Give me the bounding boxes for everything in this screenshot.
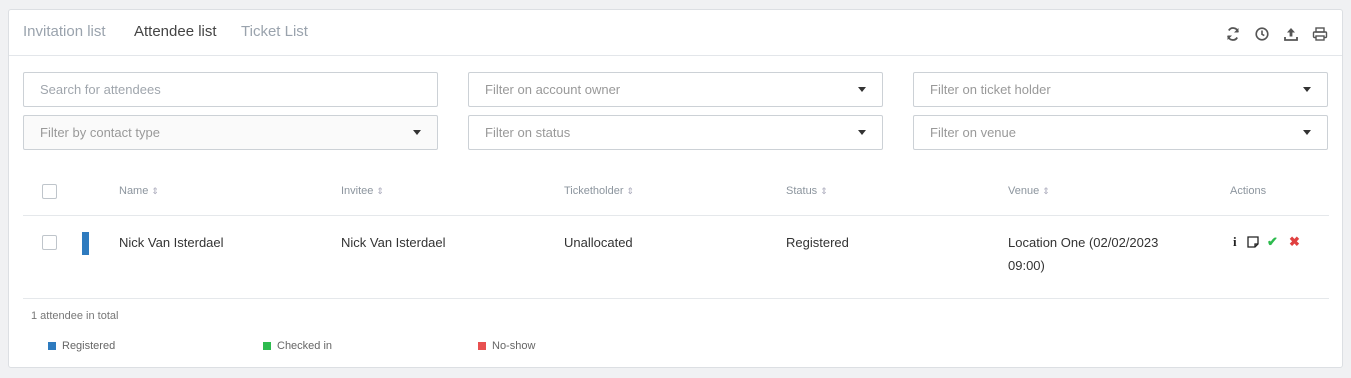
column-header-name[interactable]: Name ⇕	[119, 185, 159, 197]
venue-select[interactable]: Filter on venue	[913, 115, 1328, 150]
legend-checked-in: Checked in	[263, 340, 332, 352]
column-header-ticketholder[interactable]: Ticketholder ⇕	[564, 185, 634, 197]
search-field[interactable]	[23, 72, 438, 107]
venue-placeholder: Filter on venue	[930, 125, 1016, 140]
account-owner-select[interactable]: Filter on account owner	[468, 72, 883, 107]
upload-icon[interactable]	[1283, 26, 1299, 42]
tab-bar: Invitation list Attendee list Ticket Lis…	[9, 10, 1342, 56]
print-icon[interactable]	[1312, 26, 1328, 42]
tab-invitation-list[interactable]: Invitation list	[23, 23, 106, 40]
legend-swatch	[478, 342, 486, 350]
legend-label: Registered	[62, 340, 116, 352]
cell-ticketholder: Unallocated	[564, 235, 633, 250]
account-owner-placeholder: Filter on account owner	[485, 82, 621, 97]
column-label: Name	[119, 185, 149, 197]
column-label: Invitee	[341, 185, 374, 197]
status-select[interactable]: Filter on status	[468, 115, 883, 150]
caret-down-icon	[1303, 130, 1311, 135]
column-label: Status	[786, 185, 818, 197]
contact-type-select[interactable]: Filter by contact type	[23, 115, 438, 150]
row-divider	[23, 298, 1329, 299]
check-in-icon[interactable]: ✔	[1267, 234, 1278, 250]
sort-icon: ⇕	[626, 186, 635, 196]
legend-registered: Registered	[48, 340, 115, 352]
caret-down-icon	[413, 130, 421, 135]
caret-down-icon	[1303, 87, 1311, 92]
legend-label: Checked in	[277, 340, 333, 352]
column-label: Ticketholder	[564, 185, 624, 197]
status-color-bar	[82, 232, 89, 255]
ticket-holder-placeholder: Filter on ticket holder	[930, 82, 1051, 97]
column-header-invitee[interactable]: Invitee ⇕	[341, 185, 384, 197]
cell-name: Nick Van Isterdael	[119, 235, 224, 250]
legend-swatch	[48, 342, 56, 350]
row-checkbox[interactable]	[42, 235, 57, 250]
sort-icon: ⇕	[376, 186, 384, 196]
attendee-panel: Invitation list Attendee list Ticket Lis…	[8, 9, 1343, 368]
cell-venue: Location One (02/02/2023 09:00)	[1008, 235, 1159, 273]
legend-swatch	[263, 342, 271, 350]
tab-ticket-list[interactable]: Ticket List	[241, 23, 308, 40]
note-icon[interactable]	[1247, 236, 1259, 251]
column-label: Venue	[1008, 185, 1040, 197]
info-icon[interactable]: i	[1233, 234, 1237, 250]
attendee-total: 1 attendee in total	[31, 310, 119, 322]
search-input[interactable]	[40, 73, 421, 106]
sort-icon: ⇕	[1042, 186, 1050, 196]
contact-type-placeholder: Filter by contact type	[40, 125, 160, 140]
legend-no-show: No-show	[478, 340, 535, 352]
refresh-icon[interactable]	[1225, 26, 1241, 42]
clock-icon[interactable]	[1254, 26, 1270, 42]
caret-down-icon	[858, 87, 866, 92]
legend-label: No-show	[492, 340, 536, 352]
header-divider	[23, 215, 1329, 216]
no-show-icon[interactable]: ✖	[1289, 234, 1300, 250]
column-header-status[interactable]: Status ⇕	[786, 185, 828, 197]
caret-down-icon	[858, 130, 866, 135]
select-all-checkbox[interactable]	[42, 184, 57, 199]
cell-invitee: Nick Van Isterdael	[341, 235, 446, 250]
status-placeholder: Filter on status	[485, 125, 571, 140]
cell-status: Registered	[786, 235, 849, 250]
sort-icon: ⇕	[151, 186, 159, 196]
tab-attendee-list[interactable]: Attendee list	[134, 23, 217, 40]
column-header-actions: Actions	[1230, 185, 1267, 197]
ticket-holder-select[interactable]: Filter on ticket holder	[913, 72, 1328, 107]
sort-icon: ⇕	[820, 186, 828, 196]
column-header-venue[interactable]: Venue ⇕	[1008, 185, 1050, 197]
